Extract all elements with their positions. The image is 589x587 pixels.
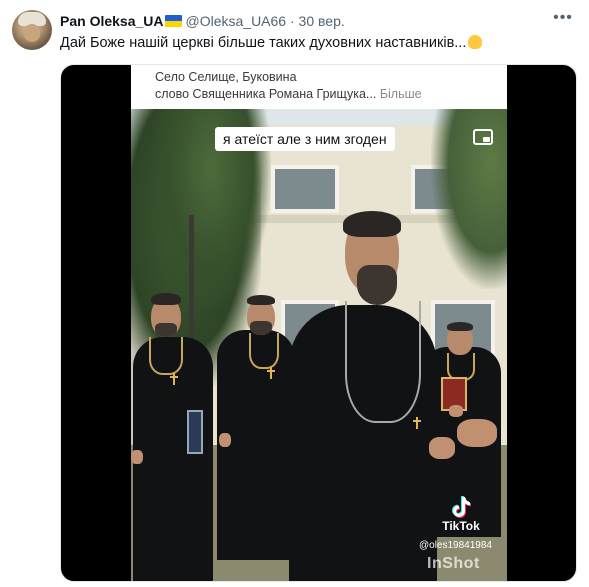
priest-left-chain: [149, 337, 183, 375]
priest-left-beard: [155, 323, 177, 337]
priest-middle-hand: [219, 433, 231, 447]
video-caption-line1: Село Селище, Буковина: [155, 70, 297, 84]
scene-tree: [431, 109, 507, 289]
avatar-face: [24, 24, 40, 42]
separator-dot: ·: [289, 13, 295, 29]
display-name[interactable]: Pan Oleksa_UA: [60, 13, 164, 29]
video-overlay-text: я атеїст але з ним згоден: [215, 127, 395, 151]
inshot-watermark: InShot: [427, 555, 480, 572]
tweet-card[interactable]: Pan Oleksa_UA @Oleksa_UA66 · 30 вер. ••• …: [0, 0, 589, 587]
tweet-header: Pan Oleksa_UA @Oleksa_UA66 · 30 вер.: [60, 12, 549, 30]
ukraine-flag-icon: [164, 15, 182, 27]
priest-left-hand: [131, 450, 143, 464]
tweet-timestamp[interactable]: 30 вер.: [299, 13, 345, 29]
tiktok-logo-icon: [452, 496, 471, 518]
priest-main-hand-gesture: [457, 419, 497, 447]
video-frame[interactable]: Село Селище, Буковина слово Священника Р…: [131, 65, 507, 581]
tweet-text: Дай Боже нашій церкві більше таких духов…: [60, 33, 569, 53]
more-options-icon[interactable]: •••: [551, 10, 575, 30]
priest-main-hair: [343, 211, 401, 237]
tiktok-username: @oles19841984: [419, 540, 492, 551]
priest-main-hand: [429, 437, 455, 459]
avatar[interactable]: [12, 10, 52, 50]
pointing-hand-emoji-icon: [468, 35, 483, 49]
video-media[interactable]: Село Селище, Буковина слово Священника Р…: [60, 64, 577, 582]
user-handle[interactable]: @Oleksa_UA66: [186, 13, 287, 29]
scene-window: [271, 165, 339, 213]
priest-right-hair: [447, 322, 473, 331]
video-caption-band: Село Селище, Буковина слово Священника Р…: [131, 65, 507, 109]
priest-left-book: [187, 410, 203, 454]
cross-icon: [413, 417, 421, 429]
cross-icon: [170, 373, 178, 385]
video-caption-more-link[interactable]: Більше: [380, 87, 422, 101]
tiktok-watermark: TikTok: [417, 495, 505, 533]
cross-icon: [267, 367, 275, 379]
video-caption-line2: слово Священника Романа Грищука... Більш…: [155, 86, 422, 102]
picture-in-picture-icon[interactable]: [473, 129, 493, 145]
video-caption-text: слово Священника Романа Грищука...: [155, 87, 377, 101]
tiktok-brand-label: TikTok: [442, 519, 480, 533]
priest-right-hand: [449, 405, 463, 417]
priest-middle-chain: [249, 333, 279, 369]
priest-left-hair: [151, 293, 181, 305]
priest-main-chain: [345, 301, 421, 423]
priest-middle-hair: [247, 295, 275, 305]
priest-main-beard: [357, 265, 397, 305]
tweet-body: Дай Боже нашій церкві більше таких духов…: [60, 35, 467, 51]
